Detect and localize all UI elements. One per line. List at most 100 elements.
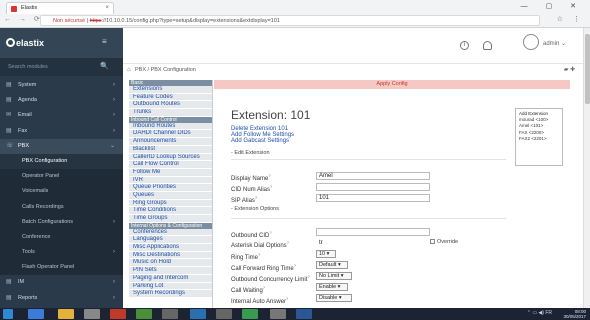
folder-icon[interactable] (58, 309, 74, 319)
elastix-logo[interactable]: elastix ≡ (0, 28, 123, 58)
cid-alias-field[interactable] (316, 183, 430, 191)
module-link[interactable]: Inbound Routes (129, 122, 212, 131)
module-link[interactable]: Trunks (129, 109, 212, 117)
app-icon[interactable] (84, 309, 100, 319)
help-icon[interactable]: ? (307, 274, 309, 279)
ring-time-select[interactable]: 10 ▾ (316, 250, 336, 258)
module-link[interactable]: Announcements (129, 138, 212, 146)
security-label[interactable]: Non sécurisé (53, 18, 85, 24)
asterisk-dial-field[interactable]: tr (316, 239, 430, 247)
apply-config-button[interactable]: Apply Config (214, 80, 570, 89)
module-link[interactable]: Queues (129, 191, 212, 200)
ext-item[interactable]: FAX2 <2201> (519, 136, 559, 142)
module-link[interactable]: Extensions (129, 86, 212, 94)
module-link[interactable]: Parking Lot (129, 282, 212, 291)
module-link[interactable]: Misc Applications (129, 244, 212, 252)
admin-menu[interactable]: admin ⌄ (543, 40, 566, 47)
module-link[interactable]: Blacklist (129, 145, 212, 154)
tray-icons[interactable]: ⌃ ▭ ◀) FR (527, 310, 552, 316)
call-waiting-select[interactable]: Enable ▾ (316, 283, 348, 291)
sidebar-item-voicemails[interactable]: Voicemails (0, 184, 123, 200)
sidebar-item-flash-operator-panel[interactable]: Flash Operator Panel (0, 260, 123, 276)
app-icon[interactable] (216, 309, 232, 319)
sidebar-item-pbx[interactable]: ☏ PBX ⌄ (0, 138, 123, 154)
app-icon[interactable] (162, 309, 178, 319)
sidebar-item-fax[interactable]: ▤ Fax › (0, 124, 123, 139)
help-icon[interactable]: ? (287, 240, 289, 245)
help-icon[interactable]: ? (294, 263, 296, 268)
module-link[interactable]: Feature Codes (129, 93, 212, 102)
module-link[interactable]: Time Conditions (129, 207, 212, 215)
app-icon[interactable] (242, 309, 258, 319)
module-link[interactable]: Ring Groups (129, 199, 212, 208)
module-link[interactable]: Paging and Intercom (129, 274, 212, 283)
scrollbar-thumb[interactable] (585, 34, 590, 104)
home-icon[interactable]: ⌂ (127, 64, 131, 76)
internal-auto-select[interactable]: Disable ▾ (316, 294, 352, 302)
module-link[interactable]: DAHDI Channel DIDs (129, 130, 212, 139)
module-link[interactable]: CallerID Lookup Sources (129, 153, 212, 162)
outbound-cid-field[interactable] (316, 228, 430, 236)
module-link[interactable]: Misc Destinations (129, 251, 212, 260)
hamburger-icon[interactable]: ≡ (102, 37, 111, 46)
module-link[interactable]: PIN Sets (129, 267, 212, 275)
module-link[interactable]: Outbound Routes (129, 101, 212, 110)
chrome-icon[interactable] (136, 309, 152, 319)
clock[interactable]: 08:00 30/05/2017 (563, 309, 586, 319)
avatar[interactable] (523, 34, 539, 50)
sidebar-item-tools[interactable]: Tools › (0, 245, 123, 261)
help-icon[interactable]: ? (269, 230, 271, 235)
bell-icon[interactable] (483, 41, 492, 50)
bookmark-menu-icons[interactable]: ☆ ⋮ (557, 15, 584, 23)
search-modules[interactable]: Search modules 🔍 (0, 58, 123, 76)
info-icon[interactable]: i (460, 41, 469, 50)
module-link[interactable]: IVR (129, 176, 212, 185)
display-name-field[interactable]: Amel (316, 172, 430, 180)
ie-icon[interactable] (28, 309, 44, 319)
opera-icon[interactable] (110, 309, 126, 319)
outbound-limit-select[interactable]: No Limit ▾ (316, 272, 352, 280)
help-icon[interactable]: ? (263, 285, 265, 290)
help-icon[interactable]: ? (255, 195, 257, 200)
address-bar[interactable]: Non sécurisé | https://10.10.0.15/config… (40, 15, 540, 26)
edit-extension-section[interactable]: - Edit Extension (231, 150, 270, 156)
sidebar-item-agenda[interactable]: ▤ Agenda › (0, 93, 123, 108)
browser-tab[interactable]: Elastix × (6, 2, 114, 14)
sidebar-item-system[interactable]: ▤ System › (0, 78, 123, 93)
checkbox-icon[interactable] (430, 239, 435, 245)
sidebar-item-reports[interactable]: ▤ Reports › (0, 291, 123, 306)
sidebar-item-operator-panel[interactable]: Operator Panel (0, 169, 123, 185)
sidebar-item-im[interactable]: ▤ IM › (0, 275, 123, 290)
extension-options-section[interactable]: - Extension Options (231, 206, 279, 212)
app-icon[interactable] (270, 309, 286, 319)
search-icon[interactable]: 🔍 (100, 58, 109, 76)
toolbar-icons[interactable]: ▰ ✚ (564, 64, 575, 76)
module-link[interactable]: Music on Hold (129, 259, 212, 268)
app-icon[interactable] (190, 309, 206, 319)
sip-alias-field[interactable]: 101 (316, 194, 430, 202)
tab-close-icon[interactable]: × (105, 3, 109, 14)
help-icon[interactable]: ? (268, 173, 270, 178)
module-link[interactable]: Conferences (129, 228, 212, 237)
page-scrollbar[interactable] (583, 28, 590, 308)
help-icon[interactable]: ? (270, 184, 272, 189)
module-link[interactable]: Queue Priorities (129, 184, 212, 192)
lang-indicator[interactable]: FR (545, 310, 552, 316)
cf-ring-time-select[interactable]: Default ▾ (316, 261, 348, 269)
module-link[interactable]: System Recordings (129, 290, 212, 298)
override-checkbox[interactable]: Override (430, 239, 458, 245)
help-icon[interactable]: ? (258, 252, 260, 257)
module-link[interactable]: Time Groups (129, 215, 212, 223)
help-icon[interactable]: ? (286, 296, 288, 301)
word-icon[interactable] (296, 309, 312, 319)
sidebar-item-email[interactable]: ✉ Email › (0, 108, 123, 123)
sidebar-item-pbx-configuration[interactable]: PBX Configuration (0, 153, 123, 170)
sidebar-item-batch-configurations[interactable]: Batch Configurations › (0, 214, 123, 230)
add-gabcast-link[interactable]: Add Gabcast Settings (231, 138, 294, 144)
sidebar-item-calls-recordings[interactable]: Calls Recordings (0, 199, 123, 215)
start-icon[interactable] (3, 309, 13, 319)
module-link[interactable]: Languages (129, 236, 212, 245)
module-link[interactable]: Follow Me (129, 168, 212, 177)
sidebar-item-conference[interactable]: Conference (0, 229, 123, 246)
nav-buttons[interactable]: ← → ⟳ (4, 15, 43, 23)
